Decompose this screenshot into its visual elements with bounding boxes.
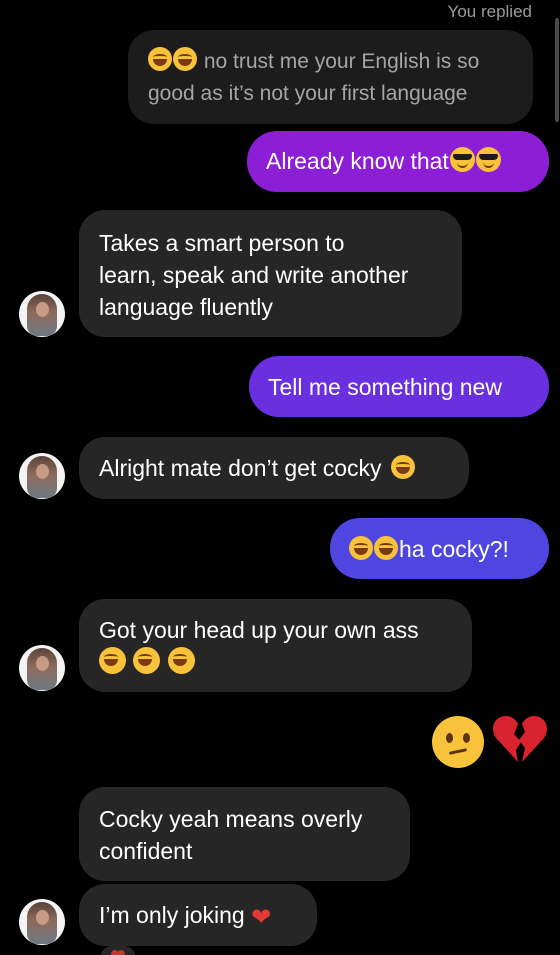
face-with-tears-of-joy-icon (374, 536, 398, 560)
quoted-message[interactable]: no trust me your English is so good as i… (128, 30, 533, 124)
scrollbar[interactable] (555, 18, 559, 122)
message-text-line: Takes a smart person to (99, 230, 345, 256)
confused-face-icon (432, 716, 484, 768)
message-text: Alright mate don’t get cocky (99, 455, 382, 481)
message-text-line: learn, speak and write another (99, 262, 409, 288)
message-text: Already know that (266, 148, 449, 174)
avatar[interactable] (19, 291, 65, 337)
face-with-tears-of-joy-icon (349, 536, 373, 560)
quoted-message-text: no trust me your English is so good as i… (148, 50, 480, 105)
face-with-tears-of-joy-icon (99, 647, 126, 674)
face-with-tears-of-joy-icon (148, 47, 172, 71)
avatar[interactable] (19, 453, 65, 499)
message-text: I’m only joking (99, 902, 245, 928)
incoming-message[interactable]: Takes a smart person to learn, speak and… (79, 210, 462, 337)
incoming-message[interactable]: I’m only joking ❤ (79, 884, 317, 946)
you-replied-label: You replied (447, 2, 532, 21)
face-with-tears-of-joy-icon (167, 647, 195, 674)
message-text-line: language fluently (99, 294, 273, 320)
face-with-tears-of-joy-icon (133, 647, 161, 674)
red-heart-icon: ❤ (251, 904, 272, 931)
message-text-line: confident (99, 838, 193, 864)
broken-heart-icon (492, 716, 548, 762)
smiling-face-with-sunglasses-icon (475, 147, 501, 172)
message-text-line: Cocky yeah means overly (99, 806, 363, 832)
outgoing-message[interactable]: ha cocky?! (330, 518, 549, 579)
smiling-face-with-sunglasses-icon (449, 147, 475, 172)
avatar[interactable] (19, 645, 65, 691)
outgoing-message[interactable]: Already know that (247, 131, 549, 192)
message-text: Got your head up your own ass (99, 617, 419, 643)
face-with-tears-of-joy-icon (173, 47, 197, 71)
incoming-message[interactable]: Got your head up your own ass (79, 599, 472, 692)
message-text: Tell me something new (268, 374, 502, 400)
avatar[interactable] (19, 899, 65, 945)
face-with-tears-of-joy-icon (390, 455, 415, 479)
message-text: ha cocky?! (399, 536, 509, 562)
chat-screen: You replied no trust me your English is … (0, 0, 560, 955)
incoming-message[interactable]: Cocky yeah means overly confident (79, 787, 410, 881)
heart-reaction-icon (101, 945, 135, 955)
incoming-message[interactable]: Alright mate don’t get cocky (79, 437, 469, 499)
outgoing-message[interactable]: Tell me something new (249, 356, 549, 417)
